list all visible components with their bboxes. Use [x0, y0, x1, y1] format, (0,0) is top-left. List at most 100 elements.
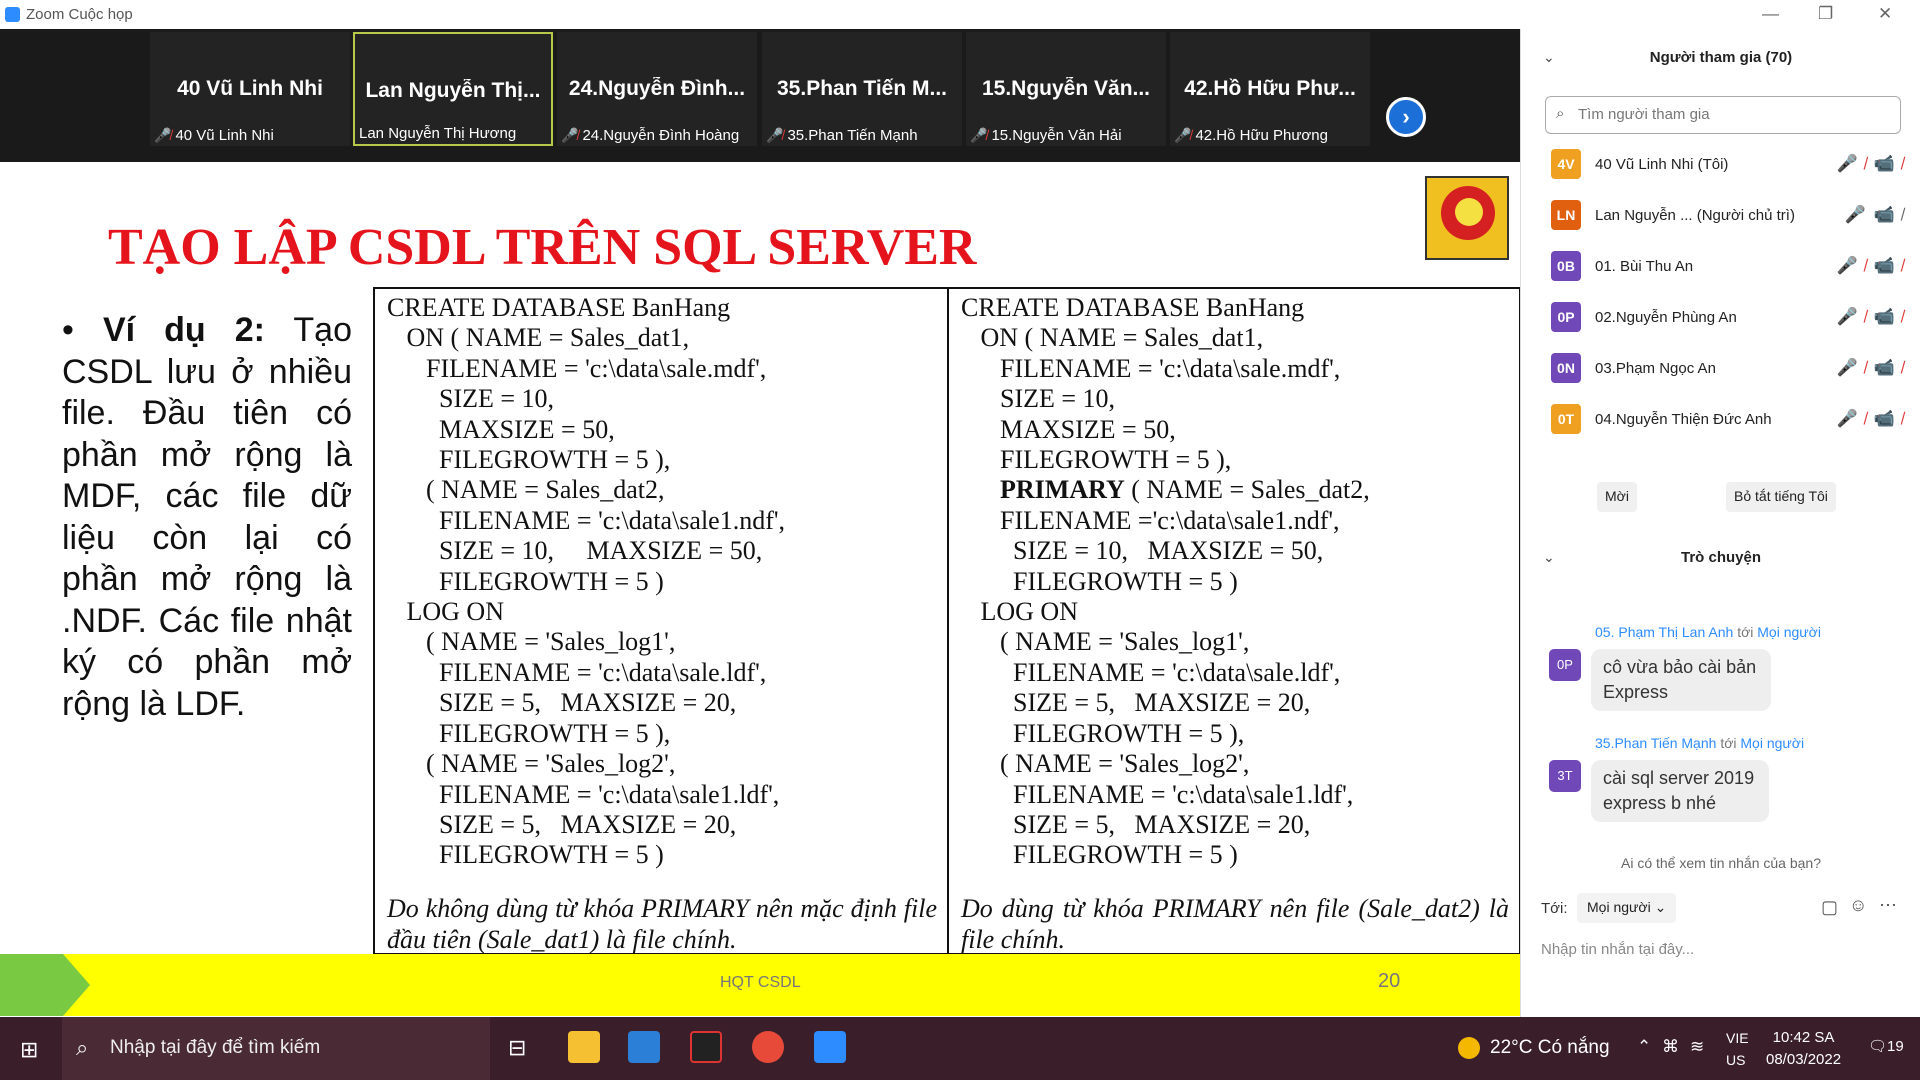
close-icon[interactable]: ✕: [1878, 4, 1892, 24]
mic-muted-icon[interactable]: 🎤̸📹̸: [1837, 409, 1911, 429]
note-right: Do dùng từ khóa PRIMARY nên file (Sale_d…: [961, 894, 1509, 954]
avatar: 0N: [1551, 353, 1581, 383]
note-left: Do không dùng từ khóa PRIMARY nên mặc đị…: [387, 894, 937, 954]
video-tile[interactable]: 24.Nguyễn Đình... 🎤̸ 24.Nguyễn Đình Hoàng: [557, 32, 757, 146]
avatar: 0B: [1551, 251, 1581, 281]
shared-slide: TẠO LẬP CSDL TRÊN SQL SERVER • Ví dụ 2: …: [0, 162, 1520, 1018]
avatar: 0T: [1551, 404, 1581, 434]
windows-start-icon[interactable]: ⊞: [20, 1037, 38, 1063]
slide-title: TẠO LẬP CSDL TRÊN SQL SERVER: [108, 219, 977, 276]
video-tile[interactable]: 35.Phan Tiến M... 🎤̸ 35.Phan Tiến Mạnh: [762, 32, 962, 146]
mic-muted-icon: 🎤̸: [154, 127, 172, 143]
video-tile[interactable]: 40 Vũ Linh Nhi 🎤̸ 40 Vũ Linh Nhi: [150, 32, 350, 146]
university-logo: [1425, 176, 1509, 260]
unmute-me-button[interactable]: Bỏ tắt tiếng Tôi: [1726, 482, 1836, 512]
wifi-icon[interactable]: ≋: [1690, 1037, 1704, 1057]
chevron-up-icon[interactable]: ⌃: [1637, 1037, 1651, 1057]
slide-footer: HQT CSDL 20: [0, 954, 1520, 1016]
file-explorer-icon[interactable]: [568, 1031, 600, 1063]
participant-name: 03.Phạm Ngọc An: [1595, 360, 1716, 377]
code-right-part-a: CREATE DATABASE BanHang ON ( NAME = Sale…: [961, 293, 1341, 475]
footer-text: HQT CSDL: [720, 974, 801, 991]
search-placeholder: Tìm người tham gia: [1578, 106, 1710, 123]
taskbar-search[interactable]: ⌕ Nhập tại đây để tìm kiếm: [62, 1017, 490, 1080]
recipient-dropdown[interactable]: Mọi người ⌄: [1577, 893, 1677, 923]
file-icon[interactable]: ▢: [1821, 897, 1838, 918]
chat-input[interactable]: Nhập tin nhắn tại đây...: [1541, 941, 1694, 958]
bullet-text: Tạo CSDL lưu ở nhiều file. Đầu tiên có p…: [62, 311, 352, 723]
notification-count: 19: [1887, 1038, 1904, 1055]
emoji-icon[interactable]: ☺: [1849, 895, 1867, 916]
participant-search-input[interactable]: ⌕ Tìm người tham gia: [1545, 96, 1901, 134]
code-right-part-b: ( NAME = Sales_dat2, FILENAME ='c:\data\…: [980, 475, 1370, 870]
participant-row[interactable]: 0N 03.Phạm Ngọc An 🎤̸📹̸: [1551, 353, 1911, 387]
chevron-right-icon[interactable]: ›: [1386, 97, 1426, 137]
video-tile[interactable]: 15.Nguyễn Văn... 🎤̸ 15.Nguyễn Văn Hải: [966, 32, 1166, 146]
mic-muted-icon[interactable]: 🎤̸📹̸: [1837, 358, 1911, 378]
tile-name-label: 24.Nguyễn Đình Hoàng: [582, 127, 740, 144]
tile-display-name: 42.Hồ Hữu Phư...: [1184, 77, 1356, 100]
to-label: Tới:: [1541, 900, 1568, 917]
notification-icon[interactable]: 🗨19: [1868, 1037, 1904, 1055]
minimize-icon[interactable]: —: [1762, 4, 1779, 24]
message-bubble: cô vừa bảo cài bản Express: [1591, 649, 1771, 711]
invite-button[interactable]: Mời: [1597, 482, 1637, 512]
weather-widget[interactable]: 22°C Có nắng: [1458, 1037, 1610, 1059]
tile-name-label: Lan Nguyễn Thị Hương: [359, 125, 517, 142]
task-view-icon[interactable]: ⊟: [508, 1035, 526, 1061]
participant-row[interactable]: 0B 01. Bùi Thu An 🎤̸📹̸: [1551, 251, 1911, 285]
tile-display-name: Lan Nguyễn Thị...: [365, 79, 541, 102]
participant-name: 01. Bùi Thu An: [1595, 258, 1694, 275]
mic-muted-icon[interactable]: 🎤̸📹̸: [1837, 256, 1911, 276]
avatar: 0P: [1551, 302, 1581, 332]
code-column-left: CREATE DATABASE BanHang ON ( NAME = Sale…: [375, 289, 947, 954]
mic-muted-icon: 🎤̸: [1174, 127, 1192, 143]
zoom-icon[interactable]: [814, 1031, 846, 1063]
video-tile[interactable]: 42.Hồ Hữu Phư... 🎤̸ 42.Hồ Hữu Phương: [1170, 32, 1370, 146]
participant-row[interactable]: 0T 04.Nguyễn Thiện Đức Anh 🎤̸📹̸: [1551, 404, 1911, 438]
tile-display-name: 24.Nguyễn Đình...: [568, 77, 746, 100]
participant-row[interactable]: LN Lan Nguyễn ... (Người chủ trì) 🎤📹̸: [1551, 200, 1911, 234]
mic-muted-icon: 🎤̸: [766, 127, 784, 143]
network-icon[interactable]: ⌘: [1662, 1037, 1679, 1057]
page-number: 20: [1378, 970, 1401, 992]
message-sender: 05. Phạm Thị Lan Anh tới Mọi người: [1595, 624, 1821, 640]
message-sender: 35.Phan Tiến Mạnh tới Mọi người: [1595, 735, 1805, 751]
avatar: LN: [1551, 200, 1581, 230]
video-tile-active-speaker[interactable]: Lan Nguyễn Thị... Lan Nguyễn Thị Hương: [353, 32, 553, 146]
chrome-icon[interactable]: [752, 1031, 784, 1063]
app-icon[interactable]: [690, 1031, 722, 1063]
participant-row[interactable]: 0P 02.Nguyễn Phùng An 🎤̸📹̸: [1551, 302, 1911, 336]
code-column-right: CREATE DATABASE BanHang ON ( NAME = Sale…: [947, 289, 1519, 954]
arrow-shape: [0, 954, 90, 1016]
message-bubble: cài sql server 2019 express b nhé: [1591, 760, 1769, 822]
language-indicator[interactable]: VIE US: [1726, 1027, 1749, 1071]
mic-icon[interactable]: 🎤📹̸: [1845, 205, 1911, 225]
more-icon[interactable]: ⋯: [1879, 895, 1897, 916]
taskbar-search-placeholder: Nhập tại đây để tìm kiếm: [110, 1037, 321, 1058]
mic-muted-icon[interactable]: 🎤̸📹̸: [1837, 307, 1911, 327]
mic-muted-icon[interactable]: 🎤̸📹̸: [1837, 154, 1911, 174]
tile-name-label: 40 Vũ Linh Nhi: [175, 127, 274, 144]
window-titlebar: Zoom Cuộc họp — ❐ ✕: [0, 0, 1920, 29]
tile-name-label: 42.Hồ Hữu Phương: [1195, 127, 1328, 144]
vscode-icon[interactable]: [628, 1031, 660, 1063]
participants-header: Người tham gia (70): [1649, 49, 1793, 66]
search-icon: ⌕: [76, 1035, 89, 1060]
sun-icon: [1458, 1037, 1480, 1059]
code-comparison-table: CREATE DATABASE BanHang ON ( NAME = Sale…: [373, 287, 1520, 955]
who-can-see-link[interactable]: Ai có thể xem tin nhắn của bạn?: [1521, 855, 1920, 871]
zoom-logo-icon: [5, 7, 20, 22]
side-panel: ⌄ Người tham gia (70) ⌕ Tìm người tham g…: [1520, 29, 1920, 1017]
tile-display-name: 35.Phan Tiến M...: [777, 77, 947, 100]
video-gallery-strip: 40 Vũ Linh Nhi 🎤̸ 40 Vũ Linh Nhi Lan Nguy…: [0, 29, 1520, 162]
clock[interactable]: 10:42 SA 08/03/2022: [1766, 1027, 1841, 1071]
chat-header: Trò chuyện: [1680, 549, 1762, 566]
participant-row[interactable]: 4V 40 Vũ Linh Nhi (Tôi) 🎤̸📹̸: [1551, 149, 1911, 183]
restore-icon[interactable]: ❐: [1818, 4, 1833, 24]
search-icon: ⌕: [1556, 105, 1565, 122]
tile-name-label: 15.Nguyễn Văn Hải: [991, 127, 1122, 144]
slide-bullet: • Ví dụ 2: Tạo CSDL lưu ở nhiều file. Đầ…: [62, 311, 352, 723]
participant-name: 04.Nguyễn Thiện Đức Anh: [1595, 411, 1772, 428]
avatar: 3T: [1549, 760, 1581, 792]
